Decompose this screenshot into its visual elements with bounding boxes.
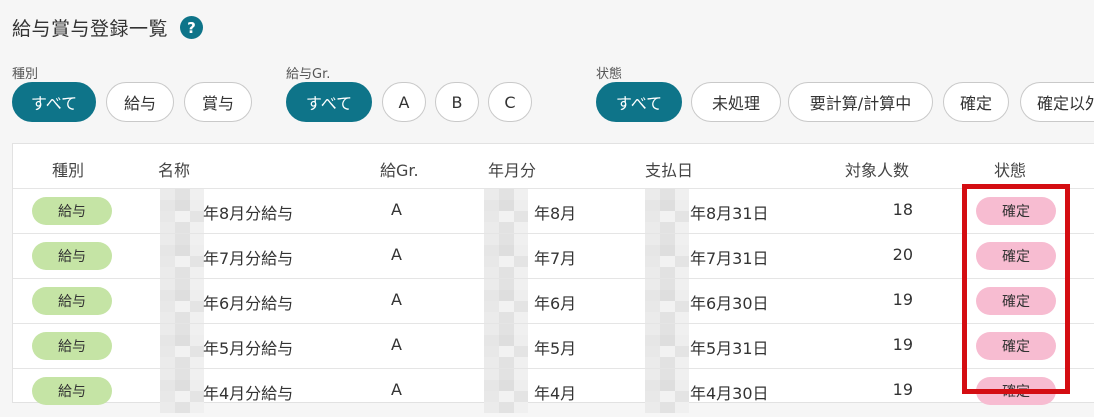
status-highlight-annotation (962, 184, 1070, 394)
type-badge: 給与 (32, 332, 112, 360)
redacted-year-period (484, 369, 529, 413)
column-header-group: 給Gr. (380, 161, 419, 180)
column-header-status: 状態 (994, 161, 1027, 180)
filter-status-all[interactable]: すべて (596, 82, 682, 122)
row-name: 年6月分給与 (203, 294, 294, 313)
type-badge: 給与 (32, 197, 112, 225)
column-header-type: 種別 (52, 161, 85, 180)
row-paydate: 年5月31日 (690, 339, 769, 358)
filter-type-bonus[interactable]: 賞与 (184, 82, 252, 122)
filter-group-c[interactable]: C (488, 82, 532, 122)
row-group: A (391, 290, 402, 309)
redacted-year-name (160, 369, 205, 413)
row-paydate: 年6月30日 (690, 294, 769, 313)
column-header-period: 年月分 (488, 161, 537, 180)
row-paydate: 年8月31日 (690, 204, 769, 223)
page-header: 給与賞与登録一覧 ? (12, 14, 204, 41)
redacted-year-name (160, 234, 205, 278)
redacted-year-paydate (645, 234, 690, 278)
redacted-year-period (484, 234, 529, 278)
row-name: 年4月分給与 (203, 384, 294, 403)
type-badge: 給与 (32, 242, 112, 270)
row-paydate: 年7月31日 (690, 249, 769, 268)
filter-label-type: 種別 (12, 67, 39, 82)
redacted-year-period (484, 324, 529, 368)
redacted-year-paydate (645, 324, 690, 368)
page-title: 給与賞与登録一覧 (12, 18, 169, 40)
row-period: 年8月 (534, 204, 577, 223)
filter-status-unprocessed[interactable]: 未処理 (691, 82, 781, 122)
filter-label-group: 給与Gr. (286, 67, 331, 82)
row-name: 年5月分給与 (203, 339, 294, 358)
redacted-year-name (160, 324, 205, 368)
redacted-year-name (160, 279, 205, 323)
row-group: A (391, 200, 402, 219)
redacted-year-paydate (645, 369, 690, 413)
redacted-year-name (160, 189, 205, 233)
redacted-year-paydate (645, 279, 690, 323)
row-name: 年8月分給与 (203, 204, 294, 223)
help-icon[interactable]: ? (180, 16, 204, 39)
type-badge: 給与 (32, 377, 112, 405)
row-period: 年6月 (534, 294, 577, 313)
column-header-name: 名称 (158, 161, 191, 180)
filter-status-calculating[interactable]: 要計算/計算中 (788, 82, 933, 122)
row-period: 年7月 (534, 249, 577, 268)
row-period: 年4月 (534, 384, 577, 403)
row-paydate: 年4月30日 (690, 384, 769, 403)
redacted-year-period (484, 279, 529, 323)
filter-status-not-confirmed[interactable]: 確定以外 (1020, 82, 1094, 122)
column-header-paydate: 支払日 (645, 161, 694, 180)
redacted-year-period (484, 189, 529, 233)
row-group: A (391, 245, 402, 264)
row-group: A (391, 335, 402, 354)
filter-status-confirmed[interactable]: 確定 (943, 82, 1009, 122)
filter-group-b[interactable]: B (435, 82, 479, 122)
column-header-count: 対象人数 (845, 161, 910, 180)
filter-label-status: 状態 (596, 67, 623, 82)
filter-type-all[interactable]: すべて (12, 82, 96, 122)
filter-group-all[interactable]: すべて (286, 82, 372, 122)
row-name: 年7月分給与 (203, 249, 294, 268)
filter-group-a[interactable]: A (382, 82, 426, 122)
row-period: 年5月 (534, 339, 577, 358)
filter-type-salary[interactable]: 給与 (106, 82, 174, 122)
type-badge: 給与 (32, 287, 112, 315)
redacted-year-paydate (645, 189, 690, 233)
